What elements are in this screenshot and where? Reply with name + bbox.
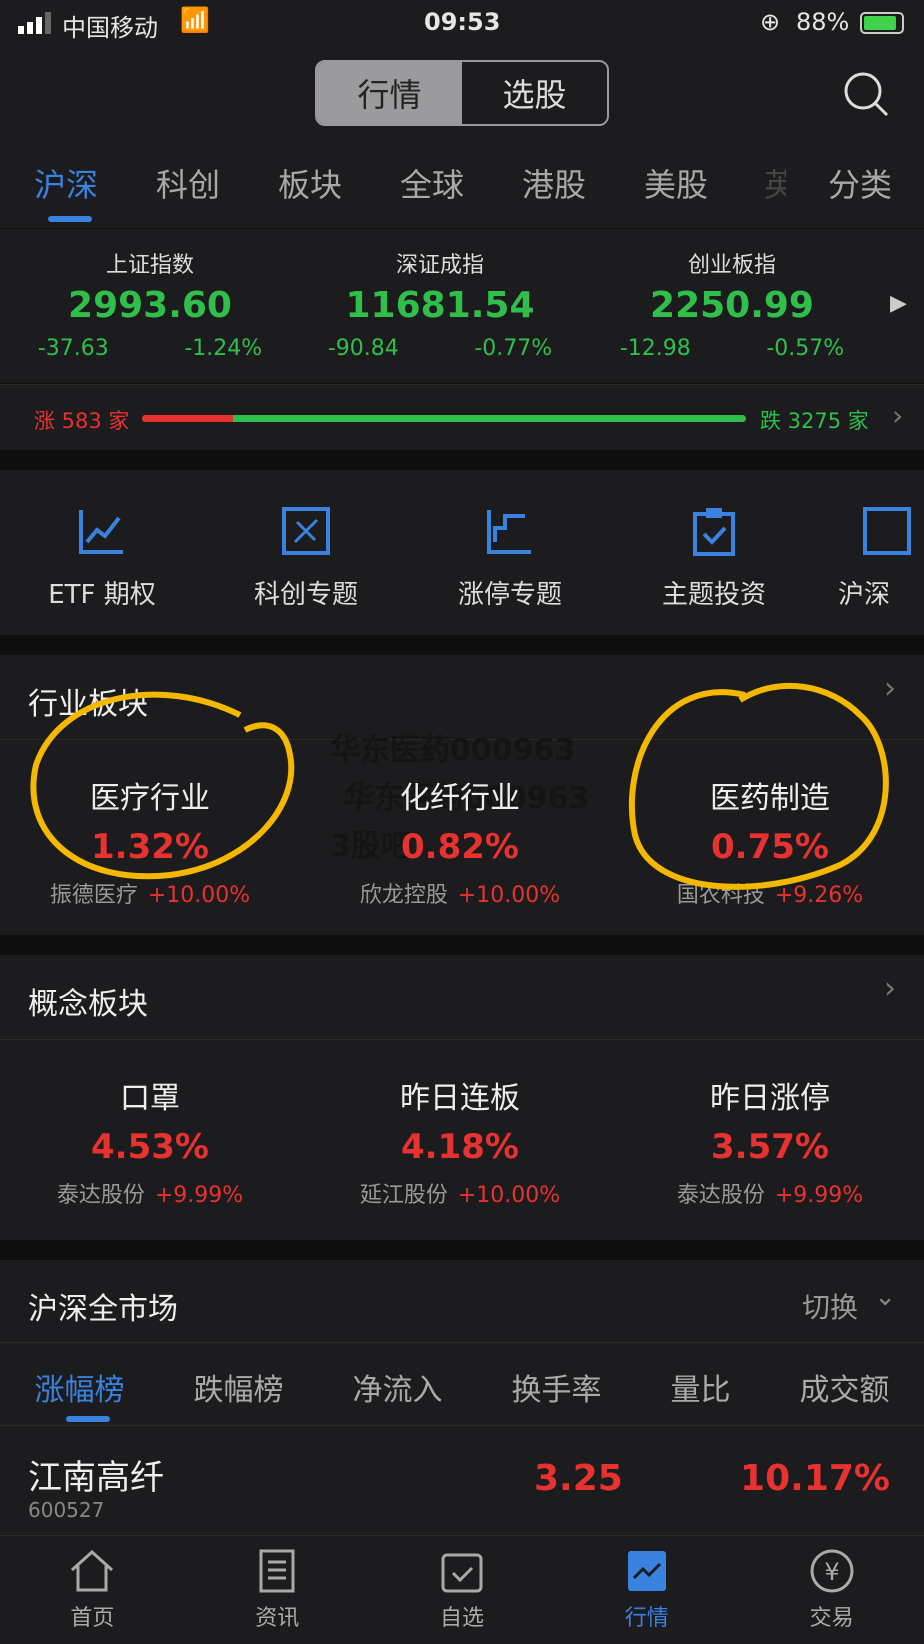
- wifi-icon: 📶: [180, 6, 210, 34]
- network-icon: [282, 507, 330, 555]
- shortcut-etf[interactable]: ETF 期权: [22, 506, 182, 611]
- tab-sector[interactable]: 板块: [278, 160, 342, 206]
- concept-more-icon[interactable]: ›: [884, 971, 896, 1006]
- step-chart-icon: [487, 510, 531, 554]
- clock: 09:53: [424, 8, 501, 36]
- market-chart-icon: [627, 1551, 666, 1591]
- chevron-right-icon: ›: [892, 399, 904, 432]
- index-cyb[interactable]: 创业板指 2250.99 -12.98 -0.57%: [582, 247, 882, 361]
- hushen-icon: [863, 507, 911, 555]
- tab-kechuang[interactable]: 科创: [156, 160, 220, 206]
- index-sh[interactable]: 上证指数 2993.60 -37.63 -1.24%: [0, 247, 300, 361]
- tab-gainers[interactable]: 涨幅榜: [35, 1365, 125, 1409]
- rotation-lock-icon: ⊕: [760, 8, 781, 36]
- bottom-nav: 首页 资讯 自选 行情 ¥ 交易: [0, 1535, 924, 1644]
- home-icon: [71, 1549, 114, 1592]
- shortcut-kechuang[interactable]: 科创专题: [226, 506, 386, 611]
- tab-losers[interactable]: 跌幅榜: [194, 1365, 284, 1409]
- segment-control: 行情 选股: [315, 60, 609, 126]
- signal-icon: [18, 12, 51, 34]
- yen-icon: ¥: [810, 1549, 854, 1593]
- calendar-check-icon: [441, 1553, 483, 1593]
- concept-card[interactable]: 口罩 4.53% 泰达股份 +9.99%: [0, 1073, 300, 1209]
- tab-indicator: [48, 216, 92, 222]
- tab-market[interactable]: 行情: [317, 62, 462, 124]
- tab-hk[interactable]: 港股: [522, 160, 586, 206]
- shortcuts: ETF 期权 科创专题 涨停专题 主题投资 沪深: [0, 470, 924, 635]
- carrier: 中国移动: [62, 14, 158, 42]
- status-bar: 中国移动 📶 09:53 ⊕ 88%: [0, 0, 924, 50]
- concept-card[interactable]: 昨日连板 4.18% 延江股份 +10.00%: [310, 1073, 610, 1209]
- industry-section: 行业板块 › 华东医药000963 华东医药000963 3股吧 医疗行业 1.32%…: [0, 655, 924, 935]
- breadth-bar[interactable]: 涨 583 家 跌 3275 家 ›: [0, 384, 924, 450]
- ranking-tabs: 涨幅榜 跌幅榜 净流入 换手率 量比 成交额: [0, 1365, 924, 1409]
- tab-amount[interactable]: 成交额: [800, 1365, 890, 1409]
- battery-percent: 88%: [796, 8, 850, 36]
- tab-uk[interactable]: 英: [764, 160, 786, 206]
- tab-volume-ratio[interactable]: 量比: [671, 1365, 731, 1409]
- nav-market[interactable]: 行情: [554, 1536, 739, 1644]
- shortcut-limitup[interactable]: 涨停专题: [430, 506, 590, 611]
- shortcut-theme[interactable]: 主题投资: [634, 506, 794, 611]
- nav-home[interactable]: 首页: [0, 1536, 185, 1644]
- svg-text:¥: ¥: [824, 1558, 839, 1586]
- shortcut-hushen[interactable]: 沪深: [838, 506, 924, 611]
- battery-icon: [860, 12, 904, 34]
- highlight-circles: [30, 682, 889, 890]
- nav-watchlist[interactable]: 自选: [370, 1536, 555, 1644]
- chevron-down-icon[interactable]: ⌄: [874, 1282, 896, 1312]
- table-row[interactable]: 江南高纤 600527 3.25 10.17%: [0, 1430, 924, 1535]
- tab-hushen[interactable]: 沪深: [34, 160, 98, 206]
- concept-section: 概念板块 › 口罩 4.53% 泰达股份 +9.99% 昨日连板 4.18% 延江股份 +1…: [0, 955, 924, 1240]
- concept-card[interactable]: 昨日涨停 3.57% 泰达股份 +9.99%: [620, 1073, 920, 1209]
- next-arrow-icon[interactable]: ▶: [890, 291, 907, 316]
- clipboard-check-icon: [693, 508, 735, 556]
- search-icon[interactable]: [842, 70, 890, 118]
- ranking-tab-indicator: [66, 1416, 110, 1422]
- tab-us[interactable]: 美股: [644, 160, 708, 206]
- switch-button[interactable]: 切换: [802, 1286, 858, 1326]
- nav-trade[interactable]: ¥ 交易: [739, 1536, 924, 1644]
- tab-stock-picker[interactable]: 选股: [462, 62, 607, 124]
- document-icon: [259, 1549, 295, 1593]
- tab-category[interactable]: 分类: [828, 160, 892, 206]
- tab-turnover[interactable]: 换手率: [512, 1365, 602, 1409]
- index-sz[interactable]: 深证成指 11681.54 -90.84 -0.77%: [290, 247, 590, 361]
- index-panel: 上证指数 2993.60 -37.63 -1.24% 深证成指 11681.54 -90.…: [0, 229, 924, 383]
- chart-line-icon: [79, 510, 123, 554]
- tab-global[interactable]: 全球: [400, 160, 464, 206]
- nav-news[interactable]: 资讯: [185, 1536, 370, 1644]
- tab-net-inflow[interactable]: 净流入: [353, 1365, 443, 1409]
